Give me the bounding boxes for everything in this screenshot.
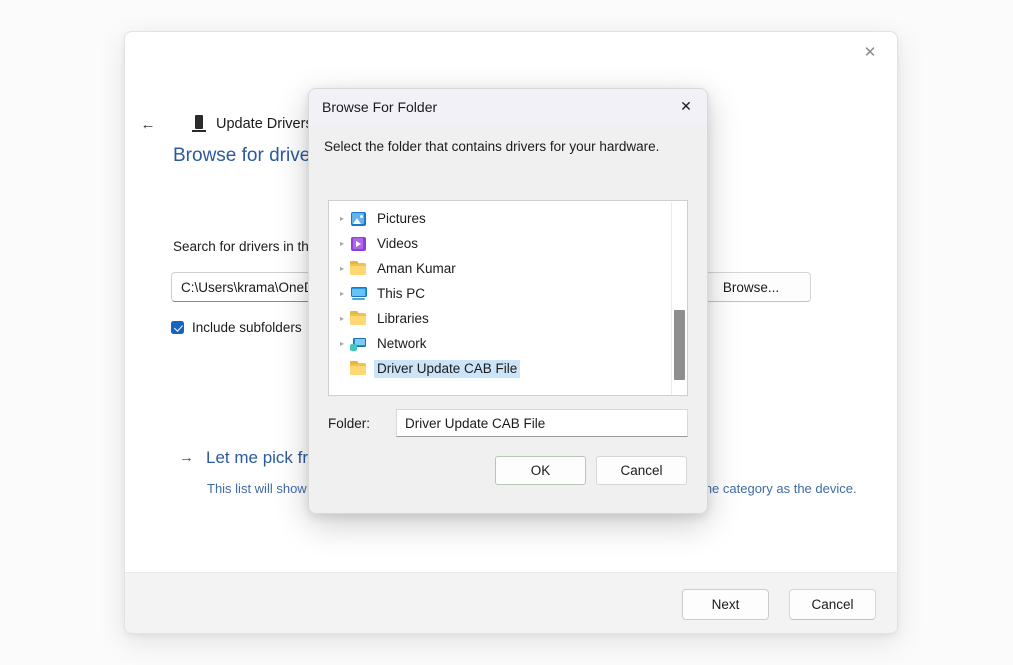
folder-tree-item[interactable]: ▸Driver Update CAB File [329,356,671,381]
folder-field-row: Folder: Driver Update CAB File [328,407,688,439]
tree-scrollbar[interactable] [671,202,686,395]
arrow-right-icon: → [179,449,194,466]
folder-tree-item-label: Libraries [377,310,429,326]
screen: ✕ ← Update Drivers - Generic PnP Monitor… [0,0,1013,665]
videos-icon [350,236,367,252]
folder-tree-item-label: Aman Kumar [377,260,456,276]
folder-tree-item-label: Network [377,335,427,351]
dialog-prompt: Select the folder that contains drivers … [324,139,660,154]
folder-tree-item-label: Pictures [377,210,426,226]
chevron-right-icon[interactable]: ▸ [334,211,350,227]
folder-icon [350,361,367,377]
chevron-right-icon[interactable]: ▸ [334,261,350,277]
dialog-title: Browse For Folder [322,99,438,115]
include-subfolders-row[interactable]: Include subfolders [171,318,302,336]
close-icon[interactable]: ✕ [847,36,893,68]
folder-tree-item[interactable]: ▸ Libraries [329,306,671,331]
include-subfolders-label: Include subfolders [192,319,302,335]
ok-button[interactable]: OK [495,456,586,485]
network-icon [350,336,367,352]
folder-icon [350,311,367,327]
browse-for-folder-dialog: Browse For Folder ✕ Select the folder th… [308,88,708,514]
folder-icon [350,261,367,277]
next-button[interactable]: Next [682,589,769,620]
chevron-right-icon[interactable]: ▸ [334,311,350,327]
tree-scrollbar-thumb[interactable] [674,310,685,380]
folder-tree-item[interactable]: ▸ Aman Kumar [329,256,671,281]
folder-tree-rows: ▸ Pictures ▸ Videos ▸ Aman Kumar ▸ This PC ▸ Libr… [329,206,671,381]
dialog-titlebar: Browse For Folder ✕ [309,89,707,125]
chevron-right-icon[interactable]: ▸ [334,236,350,252]
folder-name-input[interactable]: Driver Update CAB File [396,409,688,437]
folder-tree-item-label: Driver Update CAB File [374,359,521,378]
folder-tree-item[interactable]: ▸ Network [329,331,671,356]
folder-tree-item[interactable]: ▸ Pictures [329,206,671,231]
wizard-titlebar: ✕ [125,32,897,76]
folder-field-label: Folder: [328,415,371,431]
cancel-button[interactable]: Cancel [789,589,876,620]
browse-button[interactable]: Browse... [691,272,811,302]
folder-tree-item[interactable]: ▸ This PC [329,281,671,306]
folder-tree[interactable]: ▸ Pictures ▸ Videos ▸ Aman Kumar ▸ This PC ▸ Libr… [328,200,688,396]
chevron-right-icon[interactable]: ▸ [334,286,350,302]
folder-tree-item-label: This PC [377,285,426,301]
this-pc-icon [350,286,367,302]
wizard-footer: Next Cancel [125,572,897,633]
folder-tree-item[interactable]: ▸ Videos [329,231,671,256]
close-icon[interactable]: ✕ [667,91,705,121]
dialog-cancel-button[interactable]: Cancel [596,456,687,485]
folder-tree-item-label: Videos [377,235,419,251]
chevron-right-icon[interactable]: ▸ [334,336,350,352]
back-arrow-icon[interactable]: ← [137,113,159,135]
include-subfolders-checkbox[interactable] [171,320,184,334]
device-icon [192,115,206,133]
pictures-icon [350,211,367,227]
